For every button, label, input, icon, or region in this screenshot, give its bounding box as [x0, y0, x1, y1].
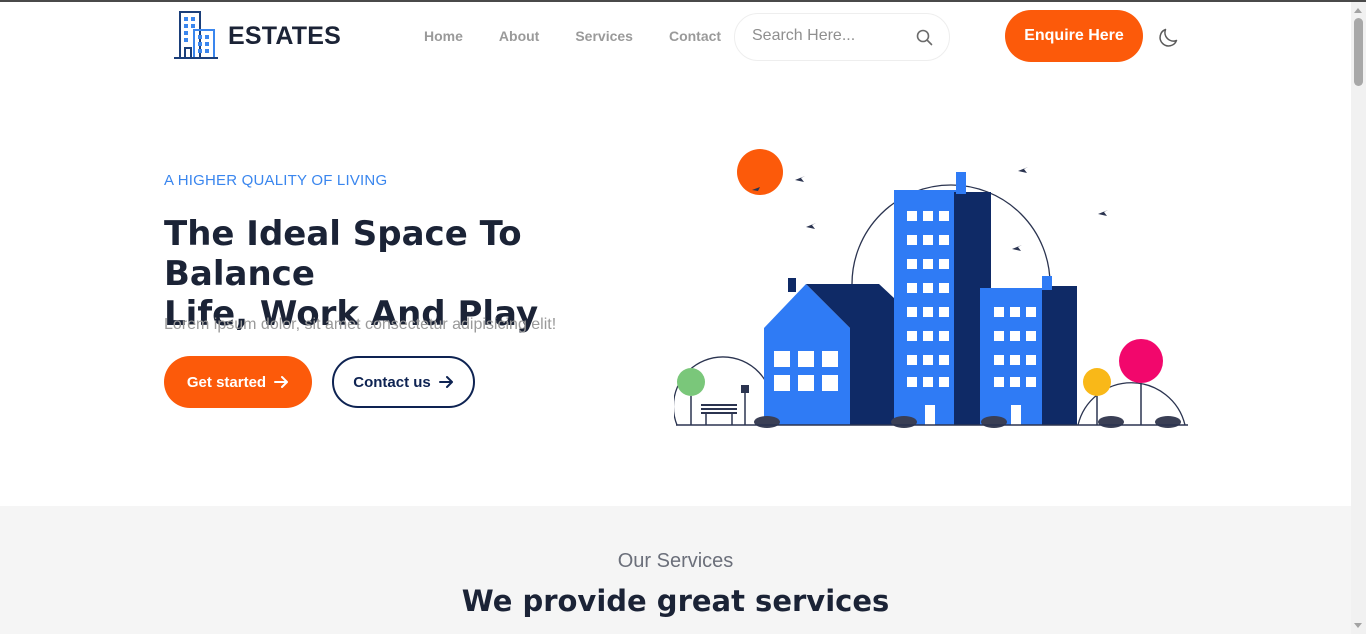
search-input[interactable]: [752, 27, 912, 45]
search-box: [734, 13, 950, 61]
nav-home[interactable]: Home: [424, 28, 463, 44]
scroll-up-icon[interactable]: [1354, 8, 1362, 13]
building-icon: [174, 11, 218, 59]
hero-subtitle: Lorem ipsum dolor, sit amet consectetur …: [164, 316, 557, 333]
get-started-label: Get started: [186, 373, 267, 391]
services-section: Our Services We provide great services: [0, 506, 1351, 634]
hero-eyebrow: A HIGHER QUALITY OF LIVING: [164, 172, 388, 189]
nav-about[interactable]: About: [499, 28, 539, 44]
services-title: We provide great services: [461, 584, 890, 618]
brand-name: ESTATES: [228, 21, 341, 50]
arrow-right-icon: [438, 376, 453, 388]
contact-us-button[interactable]: Contact us: [332, 356, 475, 408]
city-illustration: [674, 149, 1188, 428]
contact-us-label: Contact us: [353, 373, 431, 391]
nav-contact[interactable]: Contact: [669, 28, 721, 44]
scroll-thumb[interactable]: [1354, 18, 1363, 86]
site-header: ESTATES Home About Services Contact Enqu…: [0, 2, 1351, 72]
scroll-down-icon[interactable]: [1354, 623, 1362, 628]
main-nav: Home About Services Contact: [424, 28, 757, 44]
services-eyebrow: Our Services: [617, 550, 734, 572]
arrow-right-icon: [274, 376, 289, 388]
moon-icon[interactable]: [1157, 25, 1181, 49]
get-started-button[interactable]: Get started: [164, 356, 312, 408]
hero-title-line-1: The Ideal Space To Balance: [164, 214, 522, 294]
page-scrollbar[interactable]: [1351, 2, 1366, 634]
enquire-button[interactable]: Enquire Here: [1005, 10, 1143, 62]
nav-services[interactable]: Services: [575, 28, 633, 44]
search-icon[interactable]: [916, 29, 933, 46]
brand-logo-link[interactable]: ESTATES: [172, 10, 341, 62]
